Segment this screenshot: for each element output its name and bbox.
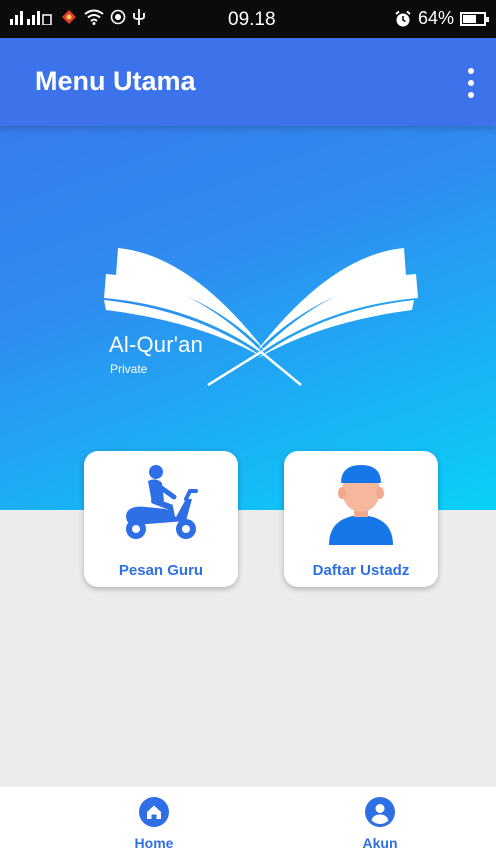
ustadz-avatar-icon <box>329 465 393 545</box>
bottom-navigation: Home Akun <box>0 787 496 863</box>
page-title: Menu Utama <box>35 66 196 96</box>
status-bar: 09.18 64% <box>0 0 496 38</box>
nav-item-home[interactable]: Home <box>104 797 204 851</box>
more-vert-icon-dot <box>468 68 474 74</box>
logo-subtitle: Private <box>110 362 148 376</box>
overflow-menu-button[interactable] <box>464 68 478 98</box>
more-vert-icon-dot <box>468 80 474 86</box>
notification-icon <box>62 10 76 24</box>
nav-label-home: Home <box>134 835 174 851</box>
alarm-icon <box>395 10 411 26</box>
battery-level <box>463 14 476 23</box>
account-icon <box>365 797 395 827</box>
nav-item-akun[interactable]: Akun <box>330 797 430 851</box>
nav-label-akun: Akun <box>362 835 398 851</box>
status-icons-right: 64% <box>394 8 489 29</box>
usb-icon <box>133 9 145 25</box>
logo-title: Al-Qur'an <box>109 332 204 357</box>
more-vert-icon-dot <box>468 92 474 98</box>
signal-icon <box>10 11 52 25</box>
daftar-ustadz-card[interactable]: Daftar Ustadz <box>284 451 438 587</box>
app-bar: Menu Utama <box>0 38 496 126</box>
pesan-guru-card[interactable]: Pesan Guru <box>84 451 238 587</box>
status-icons-left <box>10 8 146 26</box>
pesan-guru-label: Pesan Guru <box>118 562 204 579</box>
scooter-rider-icon <box>126 465 198 539</box>
battery-percent: 64% <box>417 8 454 28</box>
daftar-ustadz-label: Daftar Ustadz <box>312 562 410 579</box>
home-icon <box>139 797 169 827</box>
wifi-icon <box>84 9 104 25</box>
battery-icon <box>460 11 489 26</box>
location-icon <box>110 9 126 25</box>
status-time: 09.18 <box>228 9 276 30</box>
